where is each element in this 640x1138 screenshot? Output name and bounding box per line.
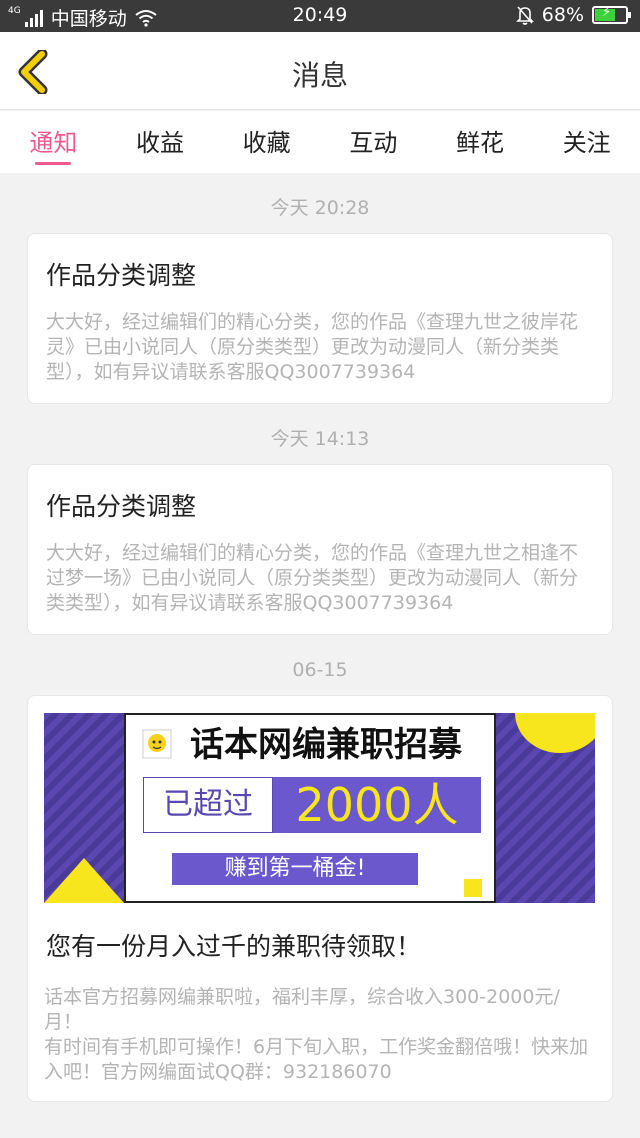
banner-label-left: 已超过 [143, 777, 273, 833]
message-body-line: 话本官方招募网编兼职啦，福利丰厚，综合收入300-2000元/月！ [44, 986, 560, 1033]
message-time: 今天 20:28 [270, 197, 370, 219]
banner-decor-triangle [44, 858, 124, 903]
battery-charging-icon [592, 5, 631, 24]
message-time: 今天 14:13 [270, 428, 370, 450]
tab-flowers[interactable]: 鲜花 [427, 111, 534, 173]
promo-card[interactable]: 话本网编兼职招募 已超过 2000人 赚到第一桶金! 您有一份月入过千的兼职待领… [27, 695, 613, 1102]
tab-follows[interactable]: 关注 [533, 111, 640, 173]
app-header: 消息 [0, 32, 640, 110]
battery-percent: 68% [541, 4, 584, 26]
message-time: 06-15 [292, 659, 348, 681]
message-card[interactable]: 作品分类调整 大大好，经过编辑们的精心分类，您的作品《查理九世之相逢不过梦一场》… [27, 464, 613, 635]
app-logo-icon [142, 729, 172, 759]
banner-decor-circle [515, 713, 595, 753]
tab-notifications[interactable]: 通知 [0, 111, 107, 173]
status-bar: 4G 中国移动 20:49 68% [0, 0, 640, 32]
page-title: 消息 [291, 59, 348, 92]
tab-earnings[interactable]: 收益 [107, 111, 214, 173]
message-title: 作品分类调整 [46, 261, 197, 290]
bell-muted-icon [515, 6, 534, 25]
message-body: 大大好，经过编辑们的精心分类，您的作品《查理九世之相逢不过梦一场》已由小说同人（… [46, 542, 579, 614]
message-list: 今天 20:28 作品分类调整 大大好，经过编辑们的精心分类，您的作品《查理九世… [0, 173, 640, 1102]
promo-banner-image[interactable]: 话本网编兼职招募 已超过 2000人 赚到第一桶金! [44, 713, 595, 903]
banner-decor-square [464, 879, 482, 897]
banner-headline: 话本网编兼职招募 [190, 725, 462, 765]
message-title: 您有一份月入过千的兼职待领取！ [46, 932, 422, 961]
battery-level [595, 5, 616, 21]
tab-bar: 通知 收益 收藏 互动 鲜花 关注 [0, 111, 640, 173]
tab-interactions[interactable]: 互动 [320, 111, 427, 173]
message-title: 作品分类调整 [46, 492, 197, 521]
status-right: 68% [515, 4, 631, 26]
message-body: 话本官方招募网编兼职啦，福利丰厚，综合收入300-2000元/月！ 有时间有手机… [44, 985, 596, 1085]
banner-label-right: 2000人 [273, 777, 481, 833]
banner-cta: 赚到第一桶金! [172, 853, 418, 885]
message-body: 大大好，经过编辑们的精心分类，您的作品《查理九世之彼岸花灵》已由小说同人（原分类… [46, 311, 579, 383]
message-body-line: 有时间有手机即可操作！6月下旬入职，工作奖金翻倍哦！快来加入吧！官方网编面试QQ… [44, 1036, 589, 1083]
tab-favorites[interactable]: 收藏 [213, 111, 320, 173]
message-card[interactable]: 作品分类调整 大大好，经过编辑们的精心分类，您的作品《查理九世之彼岸花灵》已由小… [27, 233, 613, 404]
